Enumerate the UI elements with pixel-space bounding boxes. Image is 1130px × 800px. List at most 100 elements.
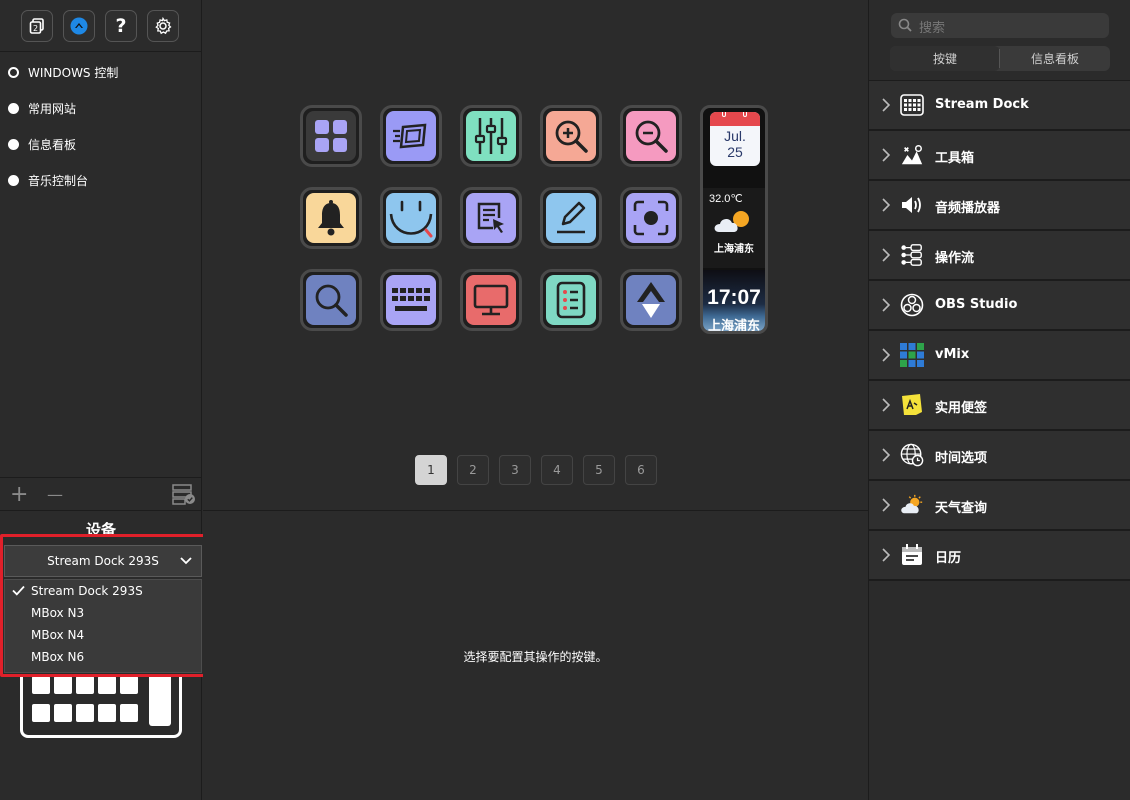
key-button[interactable]: [300, 187, 362, 249]
help-icon: ?: [115, 15, 127, 37]
key-button[interactable]: [380, 269, 442, 331]
category-audio-player[interactable]: 音频播放器: [869, 181, 1130, 231]
list-icon: [556, 281, 586, 319]
left-sidebar: 2 ? WINDOWS 控制 常用网站 信息看板 音乐控制台 + — 设备 St…: [0, 0, 208, 800]
key-face: [626, 111, 676, 161]
profile-item[interactable]: 音乐控制台: [0, 162, 202, 198]
tab-info-board[interactable]: 信息看板: [1000, 46, 1110, 71]
radio-selected-icon: [8, 66, 19, 78]
device-option-label: MBox N4: [31, 628, 85, 642]
search-box[interactable]: 搜索: [891, 13, 1109, 38]
page-button[interactable]: 5: [583, 455, 615, 485]
category-vmix[interactable]: vMix: [869, 331, 1130, 381]
search-icon: [898, 18, 912, 32]
page-button[interactable]: 3: [499, 455, 531, 485]
key-button[interactable]: [540, 269, 602, 331]
weather-widget: 32.0℃ 上海浦东: [703, 188, 765, 268]
calendar-ring: [722, 112, 726, 117]
info-panel-key[interactable]: Jul. 25 32.0℃ 上海浦东 17:07 上海浦东: [700, 105, 768, 334]
chevron-right-icon: [882, 198, 890, 212]
toolbox-icon: [900, 143, 924, 167]
category-weather[interactable]: 天气查询: [869, 481, 1130, 531]
profile-label: 常用网站: [28, 101, 77, 116]
key-button[interactable]: [540, 187, 602, 249]
page-button[interactable]: 6: [625, 455, 657, 485]
device-key-shape: [54, 704, 72, 722]
page-button[interactable]: 1: [415, 455, 447, 485]
page-button[interactable]: 4: [541, 455, 573, 485]
search-input[interactable]: 搜索: [919, 17, 945, 36]
key-button[interactable]: [460, 105, 522, 167]
profile-list: WINDOWS 控制 常用网站 信息看板 音乐控制台: [0, 54, 202, 198]
profile-manager-icon[interactable]: [172, 483, 196, 505]
device-dropdown-list: Stream Dock 293S MBox N3 MBox N4 MBox N6: [4, 579, 202, 673]
help-button[interactable]: ?: [105, 10, 137, 42]
key-button[interactable]: [300, 105, 362, 167]
category-label: OBS Studio: [935, 297, 1018, 312]
radio-icon: [8, 138, 19, 150]
tab-keys[interactable]: 按键: [890, 46, 1000, 71]
key-button[interactable]: [460, 187, 522, 249]
remove-profile-button[interactable]: —: [47, 482, 63, 508]
profile-item[interactable]: 常用网站: [0, 90, 202, 126]
grid-icon: [315, 120, 347, 152]
category-time-options[interactable]: 时间选项: [869, 431, 1130, 481]
clock-city: 上海浦东: [707, 319, 760, 334]
key-button[interactable]: [380, 187, 442, 249]
add-profile-button[interactable]: +: [10, 482, 28, 508]
key-button[interactable]: [540, 105, 602, 167]
mixer-sliders-icon: [474, 118, 508, 154]
action-library: 搜索 按键 信息看板 Stream Dock 工具箱 音频播放器 操作流 OBS…: [868, 0, 1130, 800]
calendar-widget: Jul. 25: [710, 112, 760, 166]
key-button[interactable]: [620, 187, 682, 249]
radio-icon: [8, 174, 19, 186]
calendar-header: [710, 112, 760, 126]
weather-temperature: 32.0℃: [709, 193, 743, 205]
configure-hint: 选择要配置其操作的按键。: [463, 650, 608, 664]
key-button[interactable]: [380, 105, 442, 167]
keyboard-icon: [392, 288, 430, 311]
key-button[interactable]: [620, 105, 682, 167]
profile-item[interactable]: WINDOWS 控制: [0, 54, 202, 90]
device-option[interactable]: Stream Dock 293S: [5, 580, 201, 602]
divider: [203, 510, 868, 511]
device-key-shape: [76, 676, 94, 694]
key-face: [626, 193, 676, 243]
settings-button[interactable]: [147, 10, 179, 42]
category-obs[interactable]: OBS Studio: [869, 281, 1130, 331]
logo-button[interactable]: [63, 10, 95, 42]
copy-button[interactable]: 2: [21, 10, 53, 42]
search-icon: [315, 284, 348, 317]
profile-label: 音乐控制台: [28, 173, 89, 188]
category-sticky-notes[interactable]: 实用便签: [869, 381, 1130, 431]
chevron-right-icon: [882, 98, 890, 112]
key-button[interactable]: [300, 269, 362, 331]
device-dropdown[interactable]: Stream Dock 293S: [4, 545, 202, 577]
stream-dock-logo-icon: [70, 17, 88, 35]
device-key-shape: [76, 704, 94, 722]
checkmark-icon: [12, 585, 25, 596]
vmix-icon: [900, 343, 924, 367]
category-label: 日历: [935, 551, 962, 566]
document-cursor-icon: [477, 202, 504, 233]
category-calendar[interactable]: 日历: [869, 531, 1130, 581]
clock-time: 17:07: [707, 286, 761, 309]
category-workflow[interactable]: 操作流: [869, 231, 1130, 281]
chevron-right-icon: [882, 398, 890, 412]
profile-item[interactable]: 信息看板: [0, 126, 202, 162]
key-button[interactable]: [460, 269, 522, 331]
category-label: vMix: [935, 347, 970, 362]
device-key-shape: [120, 676, 138, 694]
stream-dock-icon: [900, 93, 924, 117]
category-toolbox[interactable]: 工具箱: [869, 131, 1130, 181]
chevron-right-icon: [882, 148, 890, 162]
chevron-right-icon: [882, 248, 890, 262]
key-button[interactable]: [620, 269, 682, 331]
page-button[interactable]: 2: [457, 455, 489, 485]
device-option[interactable]: MBox N4: [5, 624, 201, 646]
key-face: [386, 193, 436, 243]
category-stream-dock[interactable]: Stream Dock: [869, 81, 1130, 131]
device-option[interactable]: MBox N6: [5, 646, 201, 668]
partly-cloudy-icon: [714, 211, 749, 232]
device-option[interactable]: MBox N3: [5, 602, 201, 624]
